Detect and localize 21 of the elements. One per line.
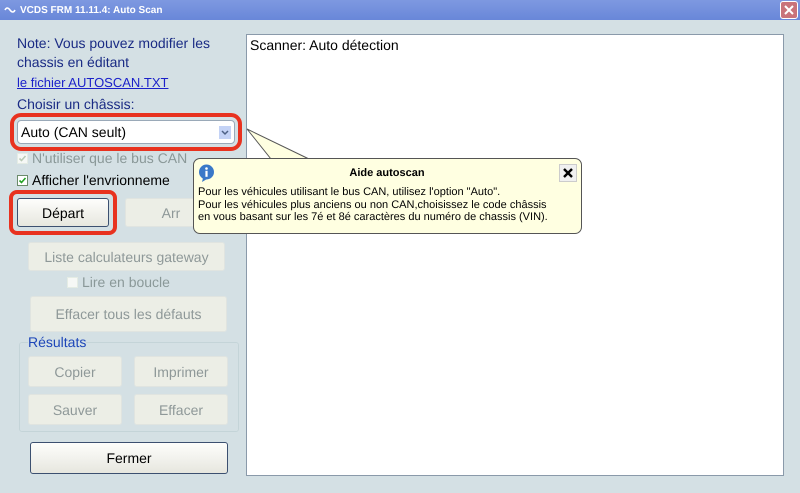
tooltip-close-button[interactable] xyxy=(559,164,577,182)
close-icon xyxy=(563,168,573,178)
close-icon xyxy=(784,5,794,15)
file-link[interactable]: le fichier AUTOSCAN.TXT xyxy=(17,75,246,90)
caret-icon xyxy=(219,126,231,138)
output-text: Scanner: Auto détection xyxy=(250,37,399,53)
app-icon xyxy=(4,6,16,14)
tooltip-title: Aide autoscan xyxy=(348,166,426,180)
window-title: VCDS FRM 11.11.4: Auto Scan xyxy=(20,4,164,16)
note-text: Note: Vous pouvez modifier les chassis en éditant xyxy=(17,34,211,72)
checkbox-label: Afficher l'envrionneme xyxy=(32,172,170,188)
close-button[interactable] xyxy=(780,1,798,19)
start-button[interactable]: Départ xyxy=(17,198,109,227)
info-icon xyxy=(198,164,215,182)
group-title: Résultats xyxy=(28,334,86,350)
checkbox[interactable] xyxy=(17,174,28,186)
tooltip-text: Pour les véhicules utilisant le bus CAN, utilisez l'option "Auto". xyxy=(198,186,502,198)
checkbox-label: N'utiliser que le bus CAN xyxy=(32,150,188,166)
chassis-label: Choisir un châssis: xyxy=(17,96,136,112)
close-window-button[interactable]: Fermer xyxy=(30,442,228,474)
checkbox-label: Lire en boucle xyxy=(82,274,170,290)
